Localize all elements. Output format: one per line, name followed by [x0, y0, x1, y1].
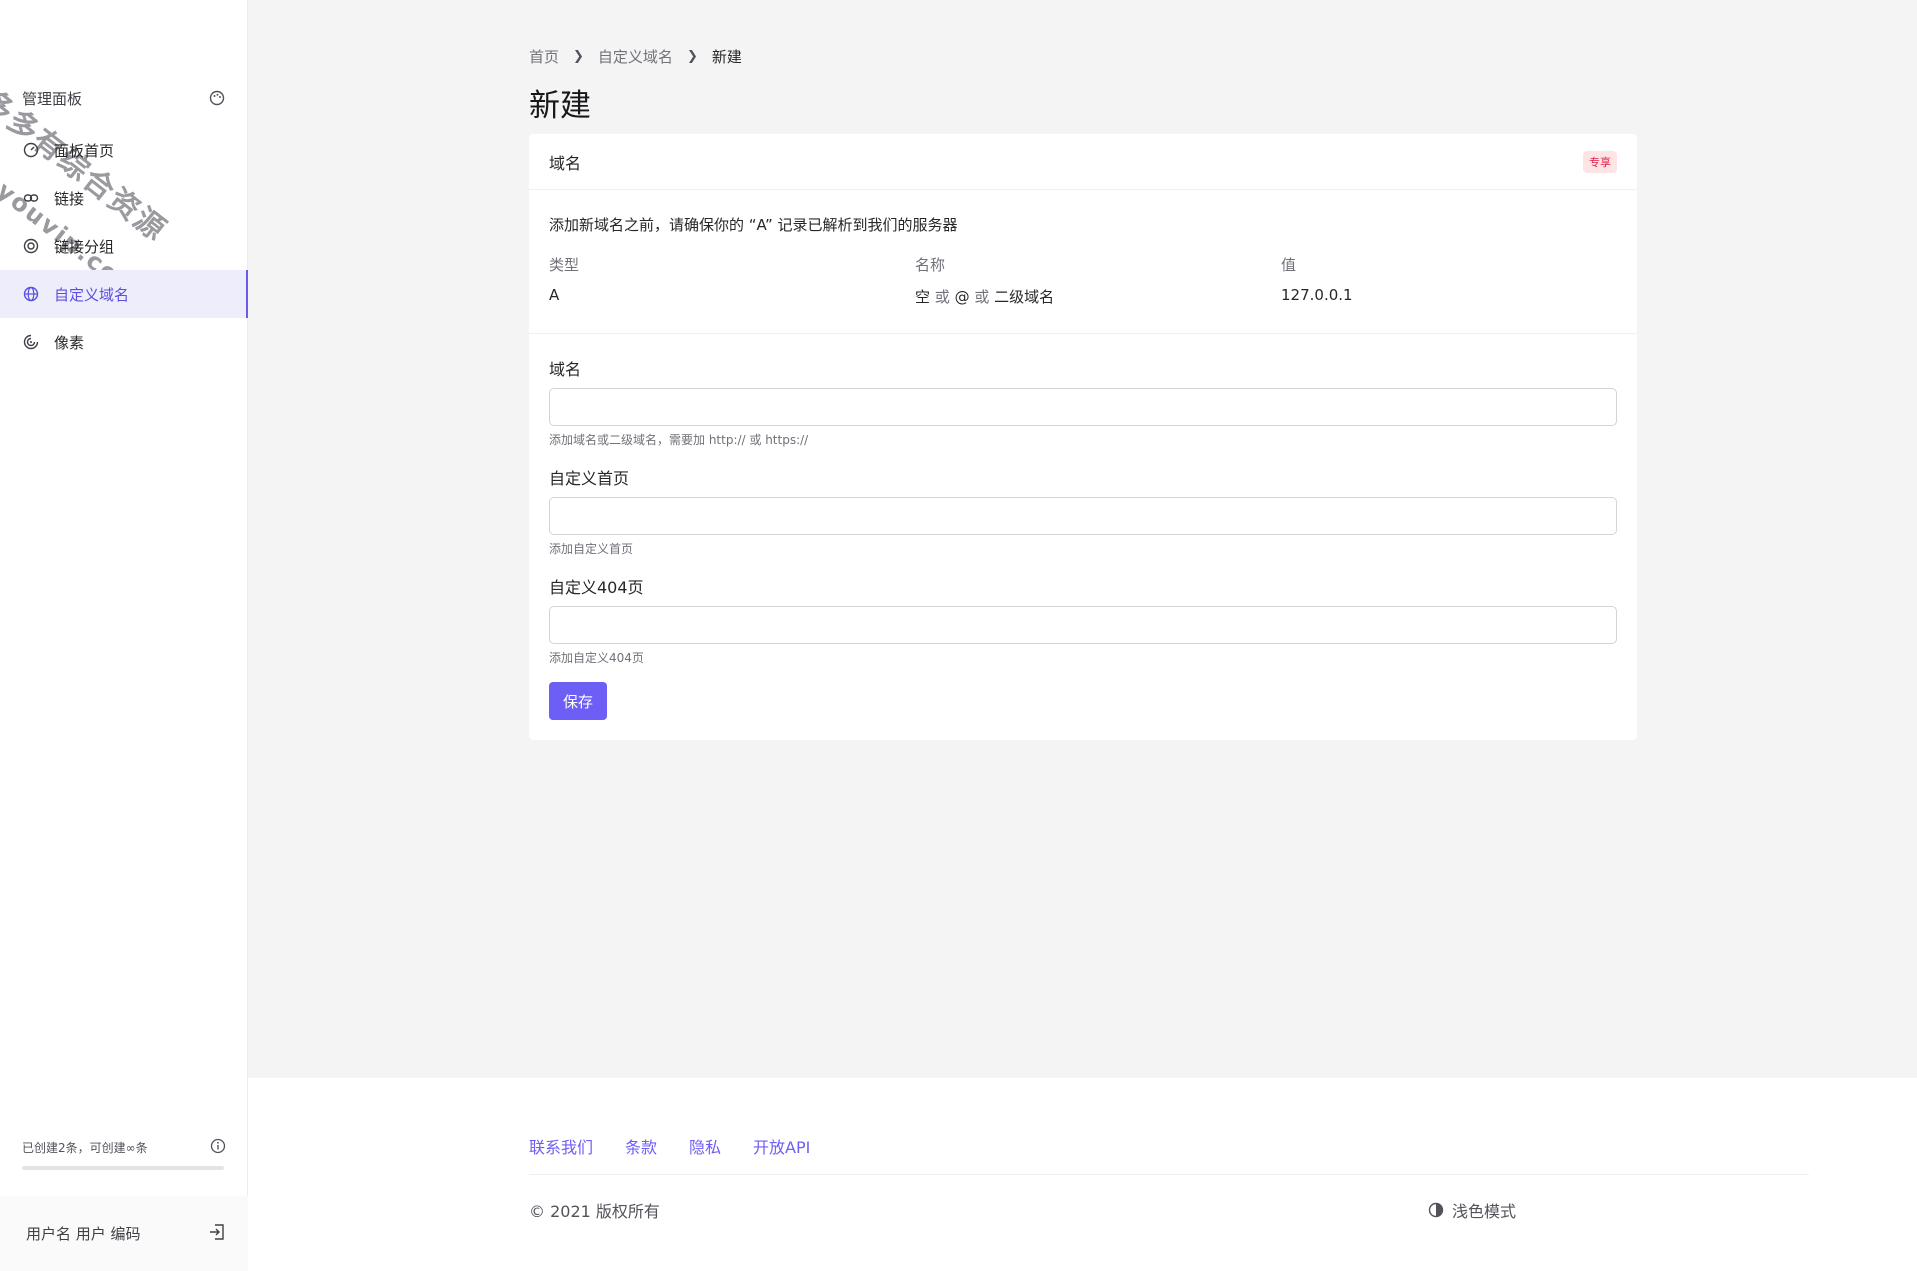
record-name-part: 空 [915, 288, 931, 306]
custom-404-hint: 添加自定义404页 [549, 651, 644, 665]
exclusive-badge: 专享 [1583, 150, 1617, 173]
sidebar-item-dashboard[interactable]: 面板首页 [0, 126, 248, 174]
card-header: 域名 专享 [529, 134, 1637, 190]
custom-404-input[interactable] [549, 606, 1617, 644]
contrast-icon [1428, 1202, 1444, 1218]
custom-index-label: 自定义首页 [549, 469, 630, 488]
footer-divider [529, 1174, 1809, 1175]
notfound-field-group: 自定义404页 添加自定义404页 [549, 574, 1617, 683]
sidebar-header-label: 管理面板 [22, 89, 83, 108]
record-name-or: 或 [974, 288, 990, 306]
chevron-right-icon: ❯ [686, 49, 698, 64]
footer-link-privacy[interactable]: 隐私 [689, 1134, 721, 1158]
chevron-right-icon: ❯ [573, 49, 584, 64]
sidebar-item-links[interactable]: 链接 [0, 174, 248, 222]
domain-hint: 添加域名或二级域名，需要加 http:// 或 https:// [549, 433, 809, 447]
column-header-name: 名称 [915, 256, 946, 274]
sidebar-item-label: 链接 [54, 189, 85, 208]
breadcrumb: 首页 ❯ 自定义域名 ❯ 新建 [529, 46, 742, 67]
quota-progress-bar [22, 1166, 224, 1170]
footer-link-contact[interactable]: 联系我们 [529, 1134, 593, 1158]
link-icon [22, 189, 40, 207]
sidebar-item-label: 链接分组 [54, 237, 115, 256]
domain-label: 域名 [549, 360, 582, 379]
theme-label: 浅色模式 [1452, 1202, 1517, 1221]
footer-links: 联系我们 条款 隐私 开放API [529, 1134, 810, 1158]
custom-index-input[interactable] [549, 497, 1617, 535]
footer: 联系我们 条款 隐私 开放API © 2021 版权所有 浅色模式 [248, 1078, 1917, 1271]
domain-form: 域名 添加域名或二级域名，需要加 http:// 或 https:// 自定义首… [549, 356, 1617, 683]
palette-icon[interactable] [208, 89, 226, 107]
user-panel[interactable]: 用户名 用户 编码 [0, 1196, 248, 1271]
breadcrumb-current: 新建 [711, 48, 742, 66]
dashboard-icon [22, 141, 40, 159]
sidebar-header: 管理面板 [22, 86, 226, 110]
quota-text: 已创建2条，可创建∞条 [22, 1141, 148, 1155]
index-field-group: 自定义首页 添加自定义首页 [549, 465, 1617, 574]
globe-icon [22, 285, 40, 303]
save-button[interactable]: 保存 [549, 682, 607, 720]
user-label: 用户名 用户 编码 [26, 1225, 141, 1243]
sidebar-item-link-groups[interactable]: 链接分组 [0, 222, 248, 270]
info-icon[interactable] [210, 1138, 226, 1157]
custom-index-hint: 添加自定义首页 [549, 542, 634, 556]
record-name-part: @ [954, 288, 970, 306]
record-type: A [549, 286, 560, 304]
record-name: 空 或 @ 或 二级域名 [915, 286, 1281, 307]
breadcrumb-parent[interactable]: 自定义域名 [598, 46, 673, 67]
sidebar-item-label: 面板首页 [54, 141, 115, 160]
dns-record-table: 类型 名称 值 A 空 或 @ 或 二级域名 127.0.0.1 [549, 254, 1615, 307]
custom-404-label: 自定义404页 [549, 578, 644, 597]
dns-instruction: 添加新域名之前，请确保你的 “A” 记录已解析到我们的服务器 [549, 216, 958, 234]
sidebar-nav: 面板首页 链接 链接分组 自定义域名 像素 [0, 126, 248, 366]
domain-input[interactable] [549, 388, 1617, 426]
pixel-icon [22, 333, 40, 351]
sidebar-item-custom-domains[interactable]: 自定义域名 [0, 270, 248, 318]
sidebar-item-label: 自定义域名 [54, 285, 130, 304]
card-title: 域名 [549, 153, 582, 173]
footer-link-api[interactable]: 开放API [753, 1134, 810, 1158]
column-header-type: 类型 [549, 256, 580, 274]
page-title: 新建 [529, 88, 591, 124]
quota-info: 已创建2条，可创建∞条 [22, 1138, 226, 1157]
record-value: 127.0.0.1 [1281, 286, 1353, 304]
sidebar: 多多有综合资源网 douyouvip.com 管理面板 面板首页 链接 链接分组 [0, 0, 248, 1271]
column-header-value: 值 [1281, 256, 1297, 274]
record-name-part: 二级域名 [994, 288, 1055, 306]
divider [529, 333, 1637, 334]
sidebar-item-pixels[interactable]: 像素 [0, 318, 248, 366]
record-name-or: 或 [934, 288, 950, 306]
main-content: 首页 ❯ 自定义域名 ❯ 新建 新建 域名 专享 添加新域名之前，请确保你的 “… [248, 0, 1917, 1078]
copyright: © 2021 版权所有 [529, 1202, 660, 1221]
domain-field-group: 域名 添加域名或二级域名，需要加 http:// 或 https:// [549, 356, 1617, 465]
theme-toggle[interactable]: 浅色模式 [1428, 1198, 1516, 1222]
logout-icon[interactable] [208, 1223, 226, 1245]
footer-link-terms[interactable]: 条款 [625, 1134, 657, 1158]
sidebar-item-label: 像素 [54, 333, 85, 352]
target-icon [22, 237, 40, 255]
breadcrumb-home[interactable]: 首页 [529, 46, 559, 67]
domain-card: 域名 专享 添加新域名之前，请确保你的 “A” 记录已解析到我们的服务器 类型 … [529, 134, 1637, 740]
